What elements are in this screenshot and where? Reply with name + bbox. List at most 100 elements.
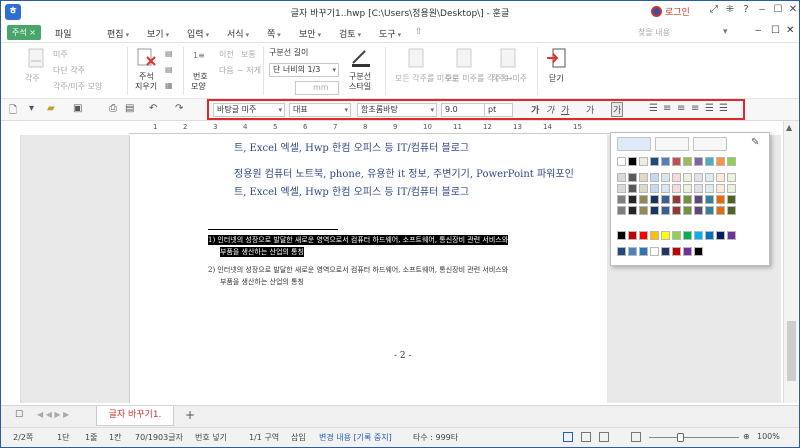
color-swatch[interactable]: [672, 173, 681, 182]
status-insert-number[interactable]: 번호 넣기: [195, 432, 227, 443]
search-input[interactable]: 찾을 내용: [638, 27, 718, 38]
status-insert-mode[interactable]: 삽입: [291, 432, 306, 443]
color-swatch[interactable]: [639, 157, 648, 166]
view-page-icon[interactable]: [581, 432, 591, 442]
annotation-tab-button[interactable]: 주석 ×: [7, 25, 41, 40]
pin-icon[interactable]: ⁜: [723, 4, 737, 15]
note-shape-button[interactable]: 각주/미주 모양: [53, 81, 102, 92]
color-swatch[interactable]: [639, 206, 648, 215]
vertical-ruler[interactable]: [9, 135, 21, 403]
swap-notes-button[interactable]: 각주↔미주: [491, 73, 527, 84]
redo-icon[interactable]: ↷: [175, 103, 183, 114]
tab-list-icon[interactable]: ☐: [15, 410, 23, 420]
palette-tab-standard[interactable]: [655, 137, 689, 151]
color-swatch[interactable]: [661, 173, 670, 182]
color-swatch[interactable]: [672, 231, 681, 240]
recent-color-swatch[interactable]: [694, 247, 703, 256]
recent-color-swatch[interactable]: [617, 247, 626, 256]
color-swatch[interactable]: [716, 231, 725, 240]
color-swatch[interactable]: [661, 195, 670, 204]
menu-edit[interactable]: 편집 ▾: [107, 27, 129, 40]
next-note-icon[interactable]: ▤: [165, 65, 173, 74]
color-swatch[interactable]: [716, 157, 725, 166]
color-swatch[interactable]: [727, 231, 736, 240]
color-swatch[interactable]: [694, 173, 703, 182]
color-swatch[interactable]: [694, 184, 703, 193]
print-icon[interactable]: ⎙: [109, 103, 117, 114]
color-swatch[interactable]: [694, 195, 703, 204]
color-swatch[interactable]: [617, 231, 626, 240]
color-swatch[interactable]: [683, 206, 692, 215]
zoom-slider-thumb[interactable]: [677, 433, 684, 442]
color-swatch[interactable]: [639, 184, 648, 193]
eyedropper-icon[interactable]: ✎: [751, 137, 759, 148]
close-note-button[interactable]: 닫기: [549, 73, 564, 84]
color-swatch[interactable]: [683, 195, 692, 204]
next-label[interactable]: 다음: [219, 65, 234, 76]
shape-label[interactable]: 모양: [191, 81, 206, 92]
color-swatch[interactable]: [617, 184, 626, 193]
doc-restore-button[interactable]: ☐: [771, 25, 780, 36]
color-swatch[interactable]: [650, 157, 659, 166]
color-swatch[interactable]: [727, 184, 736, 193]
menu-view[interactable]: 보기 ▾: [147, 27, 169, 40]
color-swatch[interactable]: [617, 157, 626, 166]
color-swatch[interactable]: [694, 157, 703, 166]
minimize-button[interactable]: ‒: [755, 4, 769, 15]
color-swatch[interactable]: [628, 231, 637, 240]
color-swatch[interactable]: [705, 231, 714, 240]
menu-format[interactable]: 서식 ▾: [227, 27, 249, 40]
color-swatch[interactable]: [716, 184, 725, 193]
color-swatch[interactable]: [639, 231, 648, 240]
normal-label[interactable]: 보통: [241, 49, 256, 60]
zoom-fit-icon[interactable]: [631, 432, 641, 442]
color-swatch[interactable]: [716, 195, 725, 204]
color-swatch[interactable]: [694, 206, 703, 215]
vertical-scrollbar[interactable]: ▲: [783, 121, 798, 403]
color-swatch[interactable]: [683, 184, 692, 193]
color-swatch[interactable]: [683, 157, 692, 166]
palette-tab-theme[interactable]: [617, 137, 651, 151]
color-swatch[interactable]: [705, 184, 714, 193]
color-swatch[interactable]: [628, 157, 637, 166]
menu-review[interactable]: 검토 ▾: [339, 27, 361, 40]
note-list-icon[interactable]: ▦: [165, 81, 173, 90]
save-icon[interactable]: ▣: [73, 103, 82, 114]
recent-color-swatch[interactable]: [672, 247, 681, 256]
add-tab-button[interactable]: +: [185, 408, 195, 422]
menu-file[interactable]: 파일: [55, 27, 72, 40]
color-swatch[interactable]: [705, 195, 714, 204]
doc-close-button[interactable]: ✕: [786, 25, 794, 36]
divider-style-label-2[interactable]: 스타일: [349, 81, 371, 92]
color-swatch[interactable]: [617, 173, 626, 182]
tab-nav-icons[interactable]: ◀ ◀ ▶ ▶: [37, 410, 69, 419]
close-button[interactable]: ✕: [786, 4, 799, 15]
color-swatch[interactable]: [661, 231, 670, 240]
zoom-level[interactable]: 100%: [757, 432, 780, 441]
delete-note-label-2[interactable]: 지우기: [135, 81, 157, 92]
color-swatch[interactable]: [694, 231, 703, 240]
color-swatch[interactable]: [727, 173, 736, 182]
menu-tools[interactable]: 도구 ▾: [379, 27, 401, 40]
prev-note-icon[interactable]: ▤: [165, 49, 173, 58]
divider-mm-input[interactable]: mm: [295, 81, 339, 95]
color-swatch[interactable]: [661, 184, 670, 193]
color-swatch[interactable]: [628, 184, 637, 193]
color-swatch[interactable]: [727, 157, 736, 166]
fullscreen-icon[interactable]: ⤢: [707, 4, 721, 15]
new-doc-icon[interactable]: 🗋: [9, 103, 17, 120]
color-palette-popup[interactable]: ✎: [610, 132, 770, 266]
prev-label[interactable]: 이전: [219, 49, 234, 60]
color-swatch[interactable]: [672, 206, 681, 215]
scroll-up-icon[interactable]: ▲: [786, 123, 792, 132]
color-swatch[interactable]: [705, 206, 714, 215]
doc-minimize-button[interactable]: ‒: [755, 25, 761, 36]
color-swatch[interactable]: [661, 157, 670, 166]
color-swatch[interactable]: [639, 195, 648, 204]
multicolumn-footnote-button[interactable]: 다단 각주: [53, 65, 85, 76]
color-swatch[interactable]: [650, 231, 659, 240]
menu-page[interactable]: 쪽 ▾: [267, 27, 281, 40]
divider-length-select[interactable]: 단 너비의 1/3 ▾: [269, 63, 339, 77]
recent-color-swatch[interactable]: [683, 247, 692, 256]
color-swatch[interactable]: [683, 173, 692, 182]
